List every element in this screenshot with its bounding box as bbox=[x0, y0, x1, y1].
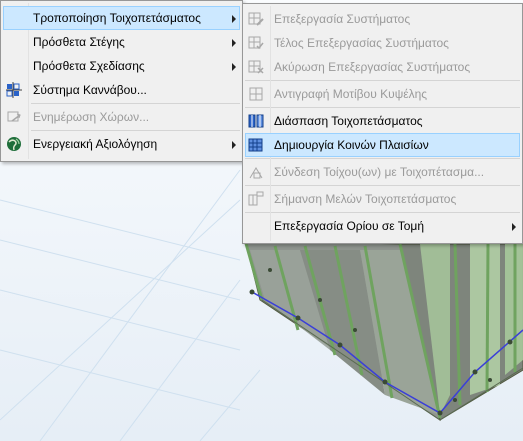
energy-globe-icon bbox=[7, 137, 21, 151]
menu-item-label: Επεξεργασία Συστήματος bbox=[274, 12, 411, 26]
menu-item-label: Σήμανση Μελών Τοιχοπετάσματος bbox=[274, 192, 457, 206]
menu-separator bbox=[31, 130, 240, 131]
connect-wall-icon bbox=[249, 167, 263, 179]
menu-item-curtain-wall-modify[interactable]: Τροποποίηση Τοιχοπετάσματος bbox=[1, 6, 242, 30]
copy-pattern-icon bbox=[249, 87, 263, 101]
context-menu: Τροποποίηση Τοιχοπετάσματος Πρόσθετα Στέ… bbox=[0, 0, 243, 162]
submenu-item-connect-wall: Σύνδεση Τοίχου(ων) με Τοιχοπέτασμα... bbox=[243, 160, 522, 184]
submenu-item-edit-system: Επεξεργασία Συστήματος bbox=[243, 7, 522, 31]
menu-separator bbox=[31, 103, 240, 104]
menu-item-label: Επεξεργασία Ορίου σε Τομή bbox=[274, 219, 425, 233]
submenu-item-label-members: Σήμανση Μελών Τοιχοπετάσματος bbox=[243, 187, 522, 211]
end-edit-icon bbox=[248, 36, 264, 50]
submenu-item-cancel-edit: Ακύρωση Επεξεργασίας Συστήματος bbox=[243, 55, 522, 79]
submenu-arrow-icon bbox=[232, 141, 236, 149]
submenu-item-end-edit: Τέλος Επεξεργασίας Συστήματος bbox=[243, 31, 522, 55]
menu-item-label: Αντιγραφή Μοτίβου Κυψέλης bbox=[274, 87, 428, 101]
menu-item-label: Δημιουργία Κοινών Πλαισίων bbox=[274, 138, 429, 152]
menu-separator bbox=[245, 107, 520, 108]
explode-curtainwall-icon bbox=[248, 114, 264, 128]
menu-item-label: Ενημέρωση Χώρων... bbox=[33, 110, 150, 124]
grid-system-icon bbox=[6, 82, 22, 98]
submenu-arrow-icon bbox=[232, 39, 236, 47]
menu-item-update-zones: Ενημέρωση Χώρων... bbox=[1, 105, 242, 129]
submenu-item-create-frames[interactable]: Δημιουργία Κοινών Πλαισίων bbox=[243, 133, 522, 157]
zone-update-icon bbox=[7, 111, 21, 122]
create-frames-icon bbox=[248, 138, 263, 152]
menu-item-label: Τροποποίηση Τοιχοπετάσματος bbox=[33, 11, 201, 25]
menu-separator bbox=[245, 212, 520, 213]
menu-item-drafting-extras[interactable]: Πρόσθετα Σχεδίασης bbox=[1, 54, 242, 78]
submenu-arrow-icon bbox=[232, 63, 236, 71]
menu-separator bbox=[245, 185, 520, 186]
menu-item-label: Πρόσθετα Στέγης bbox=[33, 35, 125, 49]
menu-separator bbox=[245, 80, 520, 81]
menu-item-grid-system[interactable]: Σύστημα Καννάβου... bbox=[1, 78, 242, 102]
label-members-icon bbox=[248, 191, 264, 206]
submenu-item-explode-curtainwall[interactable]: Διάσπαση Τοιχοπετάσματος bbox=[243, 109, 522, 133]
menu-item-label: Πρόσθετα Σχεδίασης bbox=[33, 59, 145, 73]
menu-item-roof-extras[interactable]: Πρόσθετα Στέγης bbox=[1, 30, 242, 54]
submenu-arrow-icon bbox=[232, 15, 236, 23]
submenu-arrow-icon bbox=[512, 223, 516, 231]
curtain-wall-submenu: Επεξεργασία Συστήματος Τέλος Επεξεργασία… bbox=[242, 3, 523, 244]
cancel-edit-icon bbox=[248, 60, 264, 74]
submenu-item-edit-section-boundary[interactable]: Επεξεργασία Ορίου σε Τομή bbox=[243, 214, 522, 238]
menu-item-label: Ενεργειακή Αξιολόγηση bbox=[33, 137, 158, 151]
menu-item-label: Διάσπαση Τοιχοπετάσματος bbox=[274, 114, 423, 128]
menu-separator bbox=[245, 158, 520, 159]
menu-item-label: Σύστημα Καννάβου... bbox=[33, 83, 147, 97]
submenu-item-copy-pattern: Αντιγραφή Μοτίβου Κυψέλης bbox=[243, 82, 522, 106]
menu-item-label: Τέλος Επεξεργασίας Συστήματος bbox=[274, 36, 449, 50]
menu-item-label: Ακύρωση Επεξεργασίας Συστήματος bbox=[274, 60, 471, 74]
menu-item-label: Σύνδεση Τοίχου(ων) με Τοιχοπέτασμα... bbox=[274, 165, 485, 179]
menu-item-energy-evaluation[interactable]: Ενεργειακή Αξιολόγηση bbox=[1, 132, 242, 156]
edit-system-icon bbox=[248, 12, 264, 26]
